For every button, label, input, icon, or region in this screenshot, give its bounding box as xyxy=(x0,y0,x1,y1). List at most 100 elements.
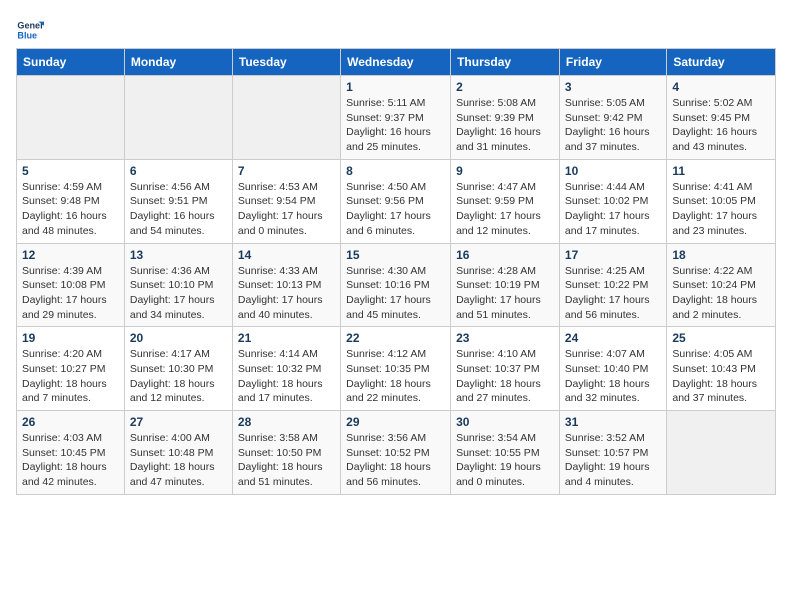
day-number: 28 xyxy=(238,415,335,429)
day-number: 5 xyxy=(22,164,119,178)
calendar-cell: 21 Sunrise: 4:14 AM Sunset: 10:32 PM Dayl… xyxy=(232,327,340,411)
day-info: Sunrise: 5:11 AM Sunset: 9:37 PM Dayligh… xyxy=(346,96,445,155)
day-info: Sunrise: 4:44 AM Sunset: 10:02 PM Daylig… xyxy=(565,180,661,239)
day-info: Sunrise: 5:05 AM Sunset: 9:42 PM Dayligh… xyxy=(565,96,661,155)
day-info: Sunrise: 4:05 AM Sunset: 10:43 PM Daylig… xyxy=(672,347,770,406)
day-info: Sunrise: 3:52 AM Sunset: 10:57 PM Daylig… xyxy=(565,431,661,490)
calendar-cell: 16 Sunrise: 4:28 AM Sunset: 10:19 PM Dayl… xyxy=(451,243,560,327)
svg-text:Blue: Blue xyxy=(17,30,37,40)
day-info: Sunrise: 5:02 AM Sunset: 9:45 PM Dayligh… xyxy=(672,96,770,155)
calendar-cell: 15Sunrise: 4:30 AM Sunset: 10:16 PM Dayl… xyxy=(341,243,451,327)
day-info: Sunrise: 4:56 AM Sunset: 9:51 PM Dayligh… xyxy=(130,180,227,239)
day-info: Sunrise: 4:10 AM Sunset: 10:37 PM Daylig… xyxy=(456,347,554,406)
weekday-header-friday: Friday xyxy=(559,49,666,76)
day-info: Sunrise: 3:58 AM Sunset: 10:50 PM Daylig… xyxy=(238,431,335,490)
day-number: 29 xyxy=(346,415,445,429)
day-info: Sunrise: 4:53 AM Sunset: 9:54 PM Dayligh… xyxy=(238,180,335,239)
calendar-cell: 2 Sunrise: 5:08 AM Sunset: 9:39 PM Daylig… xyxy=(451,76,560,160)
day-number: 18 xyxy=(672,248,770,262)
day-number: 20 xyxy=(130,331,227,345)
day-number: 14 xyxy=(238,248,335,262)
calendar-cell: 3 Sunrise: 5:05 AM Sunset: 9:42 PM Daylig… xyxy=(559,76,666,160)
day-number: 23 xyxy=(456,331,554,345)
day-number: 22 xyxy=(346,331,445,345)
calendar-cell xyxy=(232,76,340,160)
day-number: 4 xyxy=(672,80,770,94)
day-info: Sunrise: 4:59 AM Sunset: 9:48 PM Dayligh… xyxy=(22,180,119,239)
day-info: Sunrise: 4:50 AM Sunset: 9:56 PM Dayligh… xyxy=(346,180,445,239)
calendar-cell: 4 Sunrise: 5:02 AM Sunset: 9:45 PM Daylig… xyxy=(667,76,776,160)
day-number: 21 xyxy=(238,331,335,345)
day-number: 24 xyxy=(565,331,661,345)
day-number: 11 xyxy=(672,164,770,178)
day-info: Sunrise: 4:36 AM Sunset: 10:10 PM Daylig… xyxy=(130,264,227,323)
day-info: Sunrise: 4:07 AM Sunset: 10:40 PM Daylig… xyxy=(565,347,661,406)
calendar-cell: 11 Sunrise: 4:41 AM Sunset: 10:05 PM Dayl… xyxy=(667,159,776,243)
day-info: Sunrise: 3:54 AM Sunset: 10:55 PM Daylig… xyxy=(456,431,554,490)
weekday-header-thursday: Thursday xyxy=(451,49,560,76)
calendar-cell: 9Sunrise: 4:47 AM Sunset: 9:59 PM Daylig… xyxy=(451,159,560,243)
day-info: Sunrise: 4:14 AM Sunset: 10:32 PM Daylig… xyxy=(238,347,335,406)
calendar-cell: 13 Sunrise: 4:36 AM Sunset: 10:10 PM Dayl… xyxy=(124,243,232,327)
day-info: Sunrise: 4:20 AM Sunset: 10:27 PM Daylig… xyxy=(22,347,119,406)
day-info: Sunrise: 4:17 AM Sunset: 10:30 PM Daylig… xyxy=(130,347,227,406)
day-info: Sunrise: 4:39 AM Sunset: 10:08 PM Daylig… xyxy=(22,264,119,323)
calendar-cell xyxy=(667,411,776,495)
day-number: 1 xyxy=(346,80,445,94)
weekday-header-sunday: Sunday xyxy=(17,49,125,76)
day-info: Sunrise: 3:56 AM Sunset: 10:52 PM Daylig… xyxy=(346,431,445,490)
day-number: 7 xyxy=(238,164,335,178)
calendar-cell: 26 Sunrise: 4:03 AM Sunset: 10:45 PM Dayl… xyxy=(17,411,125,495)
day-number: 25 xyxy=(672,331,770,345)
calendar-cell xyxy=(17,76,125,160)
calendar-cell: 7 Sunrise: 4:53 AM Sunset: 9:54 PM Daylig… xyxy=(232,159,340,243)
calendar-cell: 23 Sunrise: 4:10 AM Sunset: 10:37 PM Dayl… xyxy=(451,327,560,411)
calendar-cell: 31Sunrise: 3:52 AM Sunset: 10:57 PM Dayl… xyxy=(559,411,666,495)
day-number: 26 xyxy=(22,415,119,429)
day-info: Sunrise: 4:22 AM Sunset: 10:24 PM Daylig… xyxy=(672,264,770,323)
calendar-cell: 5 Sunrise: 4:59 AM Sunset: 9:48 PM Daylig… xyxy=(17,159,125,243)
day-info: Sunrise: 4:33 AM Sunset: 10:13 PM Daylig… xyxy=(238,264,335,323)
day-info: Sunrise: 4:47 AM Sunset: 9:59 PM Dayligh… xyxy=(456,180,554,239)
calendar-cell xyxy=(124,76,232,160)
calendar-cell: 28 Sunrise: 3:58 AM Sunset: 10:50 PM Dayl… xyxy=(232,411,340,495)
day-info: Sunrise: 4:00 AM Sunset: 10:48 PM Daylig… xyxy=(130,431,227,490)
weekday-header-saturday: Saturday xyxy=(667,49,776,76)
day-number: 8 xyxy=(346,164,445,178)
day-number: 30 xyxy=(456,415,554,429)
day-number: 6 xyxy=(130,164,227,178)
calendar-cell: 1 Sunrise: 5:11 AM Sunset: 9:37 PM Daylig… xyxy=(341,76,451,160)
calendar-cell: 19 Sunrise: 4:20 AM Sunset: 10:27 PM Dayl… xyxy=(17,327,125,411)
day-info: Sunrise: 4:41 AM Sunset: 10:05 PM Daylig… xyxy=(672,180,770,239)
weekday-header-tuesday: Tuesday xyxy=(232,49,340,76)
day-number: 2 xyxy=(456,80,554,94)
calendar-cell: 25 Sunrise: 4:05 AM Sunset: 10:43 PM Dayl… xyxy=(667,327,776,411)
calendar-cell: 8 Sunrise: 4:50 AM Sunset: 9:56 PM Daylig… xyxy=(341,159,451,243)
day-info: Sunrise: 4:03 AM Sunset: 10:45 PM Daylig… xyxy=(22,431,119,490)
weekday-header-monday: Monday xyxy=(124,49,232,76)
calendar-cell: 12 Sunrise: 4:39 AM Sunset: 10:08 PM Dayl… xyxy=(17,243,125,327)
calendar-cell: 29 Sunrise: 3:56 AM Sunset: 10:52 PM Dayl… xyxy=(341,411,451,495)
day-info: Sunrise: 4:28 AM Sunset: 10:19 PM Daylig… xyxy=(456,264,554,323)
day-info: Sunrise: 4:25 AM Sunset: 10:22 PM Daylig… xyxy=(565,264,661,323)
day-number: 3 xyxy=(565,80,661,94)
weekday-header-wednesday: Wednesday xyxy=(341,49,451,76)
day-number: 13 xyxy=(130,248,227,262)
day-number: 16 xyxy=(456,248,554,262)
day-info: Sunrise: 4:30 AM Sunset: 10:16 PM Daylig… xyxy=(346,264,445,323)
day-number: 10 xyxy=(565,164,661,178)
calendar-cell: 18 Sunrise: 4:22 AM Sunset: 10:24 PM Dayl… xyxy=(667,243,776,327)
calendar-cell: 6 Sunrise: 4:56 AM Sunset: 9:51 PM Daylig… xyxy=(124,159,232,243)
calendar-cell: 17 Sunrise: 4:25 AM Sunset: 10:22 PM Dayl… xyxy=(559,243,666,327)
calendar-cell: 10 Sunrise: 4:44 AM Sunset: 10:02 PM Dayl… xyxy=(559,159,666,243)
day-number: 12 xyxy=(22,248,119,262)
day-info: Sunrise: 5:08 AM Sunset: 9:39 PM Dayligh… xyxy=(456,96,554,155)
logo: General Blue xyxy=(16,16,48,44)
calendar-cell: 24 Sunrise: 4:07 AM Sunset: 10:40 PM Dayl… xyxy=(559,327,666,411)
calendar-cell: 20 Sunrise: 4:17 AM Sunset: 10:30 PM Dayl… xyxy=(124,327,232,411)
logo-icon: General Blue xyxy=(16,16,44,44)
page-header: General Blue xyxy=(16,16,776,44)
calendar-cell: 30 Sunrise: 3:54 AM Sunset: 10:55 PM Dayl… xyxy=(451,411,560,495)
day-number: 19 xyxy=(22,331,119,345)
day-number: 17 xyxy=(565,248,661,262)
